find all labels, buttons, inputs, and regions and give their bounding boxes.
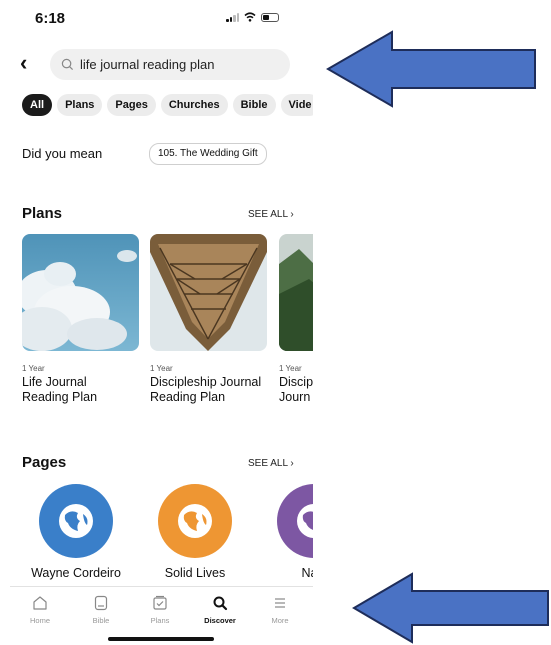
- page-name: Solid Lives: [164, 566, 226, 580]
- plan-title: Discip Journ: [279, 375, 313, 405]
- tab-home[interactable]: Home: [15, 593, 65, 625]
- plan-card[interactable]: 1 Year Life Journal Reading Plan: [22, 234, 140, 405]
- plan-title: Discipleship Journal Reading Plan: [150, 375, 268, 405]
- plan-title-line: Reading Plan: [150, 390, 226, 404]
- plan-image-bridge: [150, 234, 267, 351]
- chip-bible[interactable]: Bible: [232, 94, 276, 116]
- search-icon: [61, 58, 74, 71]
- annotation-arrow-icon: [326, 30, 536, 108]
- search-query-text: life journal reading plan: [80, 57, 215, 72]
- globe-logo-icon: [59, 504, 93, 538]
- globe-logo-icon: [178, 504, 212, 538]
- search-input[interactable]: life journal reading plan: [50, 49, 290, 80]
- plans-section-title: Plans: [22, 205, 63, 222]
- filter-chips: All Plans Pages Churches Bible Vide: [22, 94, 313, 116]
- tab-label: Discover: [204, 616, 236, 625]
- chip-all[interactable]: All: [22, 94, 53, 116]
- plans-icon: [153, 595, 167, 610]
- plan-image-mountains: [279, 234, 313, 351]
- status-time: 6:18: [35, 10, 66, 27]
- search-icon: [213, 596, 228, 611]
- chip-plans[interactable]: Plans: [57, 94, 103, 116]
- page-item[interactable]: Solid Lives: [140, 484, 250, 580]
- tab-label: Home: [29, 616, 50, 625]
- tab-label: More: [271, 616, 289, 625]
- back-button[interactable]: ‹: [20, 52, 27, 74]
- chip-videos[interactable]: Vide: [280, 94, 313, 116]
- did-you-mean-label: Did you mean: [22, 146, 103, 161]
- tab-plans[interactable]: Plans: [135, 593, 185, 625]
- plans-see-all-link[interactable]: SEE ALL ›: [248, 209, 294, 220]
- plan-duration: 1 Year: [22, 364, 45, 373]
- pages-see-all-link[interactable]: SEE ALL ›: [248, 458, 294, 469]
- plan-card[interactable]: 1 Year Discipleship Journal Reading Plan: [150, 234, 268, 405]
- chip-pages[interactable]: Pages: [107, 94, 156, 116]
- battery-icon: [261, 12, 279, 22]
- plan-card[interactable]: 1 Year Discip Journ: [279, 234, 313, 405]
- page-name: Navi: [301, 566, 313, 580]
- plan-title-line: Reading Plan: [22, 390, 98, 404]
- page-item[interactable]: Navi: [259, 484, 313, 580]
- pages-section-title: Pages: [22, 454, 67, 471]
- page-item[interactable]: Wayne Cordeiro: [21, 484, 131, 580]
- plan-title-line: Journ: [279, 390, 311, 404]
- wifi-icon: [244, 12, 256, 22]
- globe-logo-icon: [297, 504, 313, 538]
- tab-more[interactable]: More: [255, 593, 305, 625]
- page-avatar: [39, 484, 113, 558]
- bible-icon: [94, 595, 108, 611]
- status-icons: [226, 12, 279, 22]
- tab-label: Bible: [92, 616, 110, 625]
- chip-churches[interactable]: Churches: [160, 94, 228, 116]
- home-icon: [33, 596, 47, 610]
- plan-title: Life Journal Reading Plan: [22, 375, 140, 405]
- plan-title-line: Discipleship Journal: [150, 375, 262, 389]
- plan-duration: 1 Year: [279, 364, 302, 373]
- tab-discover[interactable]: Discover: [195, 593, 245, 625]
- plan-duration: 1 Year: [150, 364, 173, 373]
- home-indicator: [108, 637, 214, 641]
- annotation-arrow-icon: [352, 572, 549, 644]
- plan-title-line: Discip: [279, 375, 313, 389]
- tab-bible[interactable]: Bible: [76, 593, 126, 625]
- menu-icon: [275, 598, 285, 608]
- plan-image-clouds: [22, 234, 139, 351]
- page-name: Wayne Cordeiro: [31, 566, 121, 580]
- suggestion-chip[interactable]: 105. The Wedding Gift: [149, 143, 267, 165]
- tab-label: Plans: [150, 616, 170, 625]
- phone-screen: 6:18 ‹ life journal reading plan All Pla…: [0, 0, 313, 645]
- page-avatar: [158, 484, 232, 558]
- page-avatar: [277, 484, 313, 558]
- plan-title-line: Life Journal: [22, 375, 87, 389]
- signal-icon: [226, 12, 239, 22]
